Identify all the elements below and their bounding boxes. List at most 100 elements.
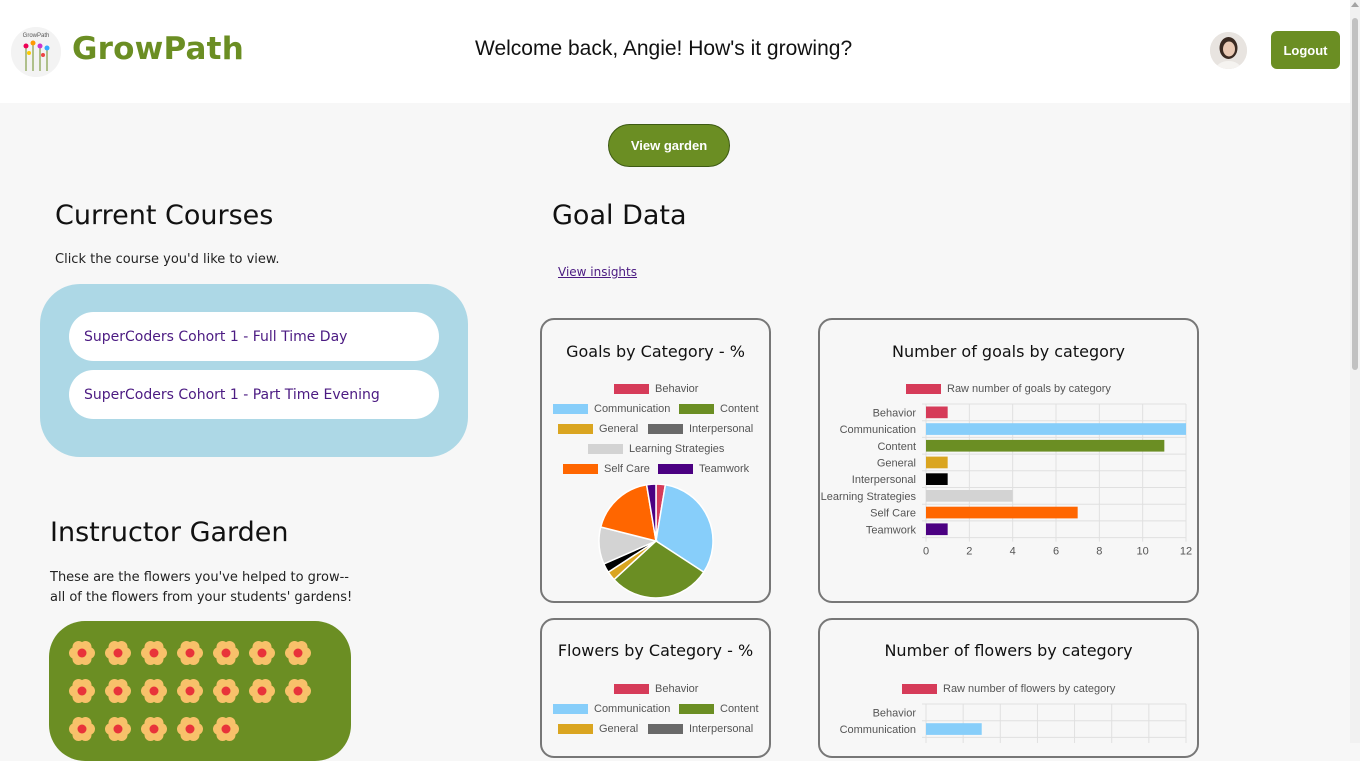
course-item[interactable]: SuperCoders Cohort 1 - Part Time Evening [69,370,439,419]
y-tick-label: Communication [840,424,916,436]
x-tick-label: 2 [966,546,972,558]
goal-data-heading: Goal Data [552,200,687,231]
y-tick-label: Learning Strategies [821,491,917,503]
chart-title: Number of flowers by category [884,641,1133,660]
legend-swatch [648,424,683,434]
bar-general[interactable] [926,456,948,469]
legend-item[interactable]: General [558,723,638,735]
bar-self-care[interactable] [926,506,1078,519]
legend-label: Self Care [604,463,650,475]
flower-icon[interactable] [104,715,132,743]
x-tick-label: 6 [1053,546,1059,558]
flower-icon[interactable] [212,639,240,667]
y-tick-label: General [877,457,916,469]
legend-swatch [902,684,937,694]
view-garden-button[interactable]: View garden [608,124,730,167]
flower-icon[interactable] [212,677,240,705]
flower-icon[interactable] [176,639,204,667]
flower-icon[interactable] [104,677,132,705]
legend-item[interactable]: Behavior [614,683,698,695]
legend-item[interactable]: Teamwork [658,463,749,475]
y-tick-label: Behavior [873,407,917,419]
bar-legend-item: Raw number of flowers by category [902,683,1115,695]
legend-label: General [599,423,639,435]
legend-label: Teamwork [699,463,750,475]
legend-swatch [679,404,714,414]
flower-icon[interactable] [176,677,204,705]
y-tick-label: Teamwork [866,524,917,536]
chart-title: Flowers by Category - % [557,641,754,660]
flower-icon[interactable] [248,639,276,667]
bar-legend-item: Raw number of goals by category [906,383,1111,395]
legend-swatch [553,404,588,414]
legend-item[interactable]: Content [679,403,759,415]
instructor-garden-heading: Instructor Garden [50,517,289,548]
legend-item[interactable]: Interpersonal [648,423,753,435]
flower-icon[interactable] [284,639,312,667]
legend-item[interactable]: Communication [553,703,670,715]
flower-icon[interactable] [104,639,132,667]
courses-instructions: Click the course you'd like to view. [55,252,280,267]
chart-title: Number of goals by category [892,342,1125,361]
legend-swatch [563,464,598,474]
bar-communication[interactable] [926,423,1186,435]
bar-teamwork[interactable] [926,523,948,536]
y-tick-label: Interpersonal [852,474,916,486]
legend-item[interactable]: Behavior [614,383,698,395]
legend-item[interactable]: Communication [553,403,670,415]
bar-behavior[interactable] [926,406,948,419]
view-insights-link[interactable]: View insights [558,265,637,279]
welcome-message: Welcome back, Angie! How's it growing? [475,37,853,60]
legend-label: Content [720,703,759,715]
flower-icon[interactable] [68,715,96,743]
legend-item[interactable]: Interpersonal [648,723,753,735]
legend-label: Learning Strategies [629,443,725,455]
y-tick-label: Self Care [870,508,916,520]
y-tick-label: Content [877,441,916,453]
top-header: GrowPath GrowPath Welcome back, Angie! H… [0,0,1350,103]
svg-text:GrowPath: GrowPath [23,33,50,39]
y-tick-label: Behavior [873,707,917,719]
x-tick-label: 12 [1180,546,1192,558]
legend-swatch [648,724,683,734]
brand-name[interactable]: GrowPath [72,31,244,67]
legend-swatch [658,464,693,474]
garden-description-line2: all of the flowers from your students' g… [50,590,353,605]
bar-learning-strategies[interactable] [926,490,1013,502]
flower-icon[interactable] [248,677,276,705]
x-tick-label: 0 [923,546,929,558]
scrollbar-thumb[interactable] [1352,18,1358,370]
legend-label: Behavior [655,383,699,395]
course-item[interactable]: SuperCoders Cohort 1 - Full Time Day [69,312,439,361]
legend-item[interactable]: General [558,423,638,435]
legend-swatch [553,704,588,714]
bar-communication[interactable] [926,723,982,735]
goals-bar-chart: Behavior Communication Content General Inter… [821,403,1192,558]
flower-icon[interactable] [140,715,168,743]
bar-content[interactable] [926,439,1165,452]
scroll-up-arrow-icon[interactable] [1351,2,1359,7]
flower-icon[interactable] [212,715,240,743]
legend-item[interactable]: Learning Strategies [588,443,724,455]
x-tick-label: 8 [1096,546,1102,558]
user-avatar[interactable] [1210,32,1247,69]
flowers-bar-chart: Behavior Communication [840,703,1187,743]
legend-swatch [614,384,649,394]
flower-icon[interactable] [140,639,168,667]
legend-swatch [588,444,623,454]
legend-item[interactable]: Content [679,703,759,715]
current-courses-heading: Current Courses [55,200,274,231]
flower-icon[interactable] [68,639,96,667]
flower-icon[interactable] [68,677,96,705]
legend-label: Communication [594,703,671,715]
flower-icon[interactable] [140,677,168,705]
legend-item[interactable]: Self Care [563,463,650,475]
legend-swatch [558,424,593,434]
bar-interpersonal[interactable] [926,473,948,485]
flower-icon[interactable] [284,677,312,705]
flower-icon[interactable] [176,715,204,743]
growpath-logo-image[interactable]: GrowPath [11,27,61,77]
logout-button[interactable]: Logout [1271,31,1340,69]
x-tick-label: 10 [1137,546,1149,558]
goals-pie-chart [598,484,714,599]
